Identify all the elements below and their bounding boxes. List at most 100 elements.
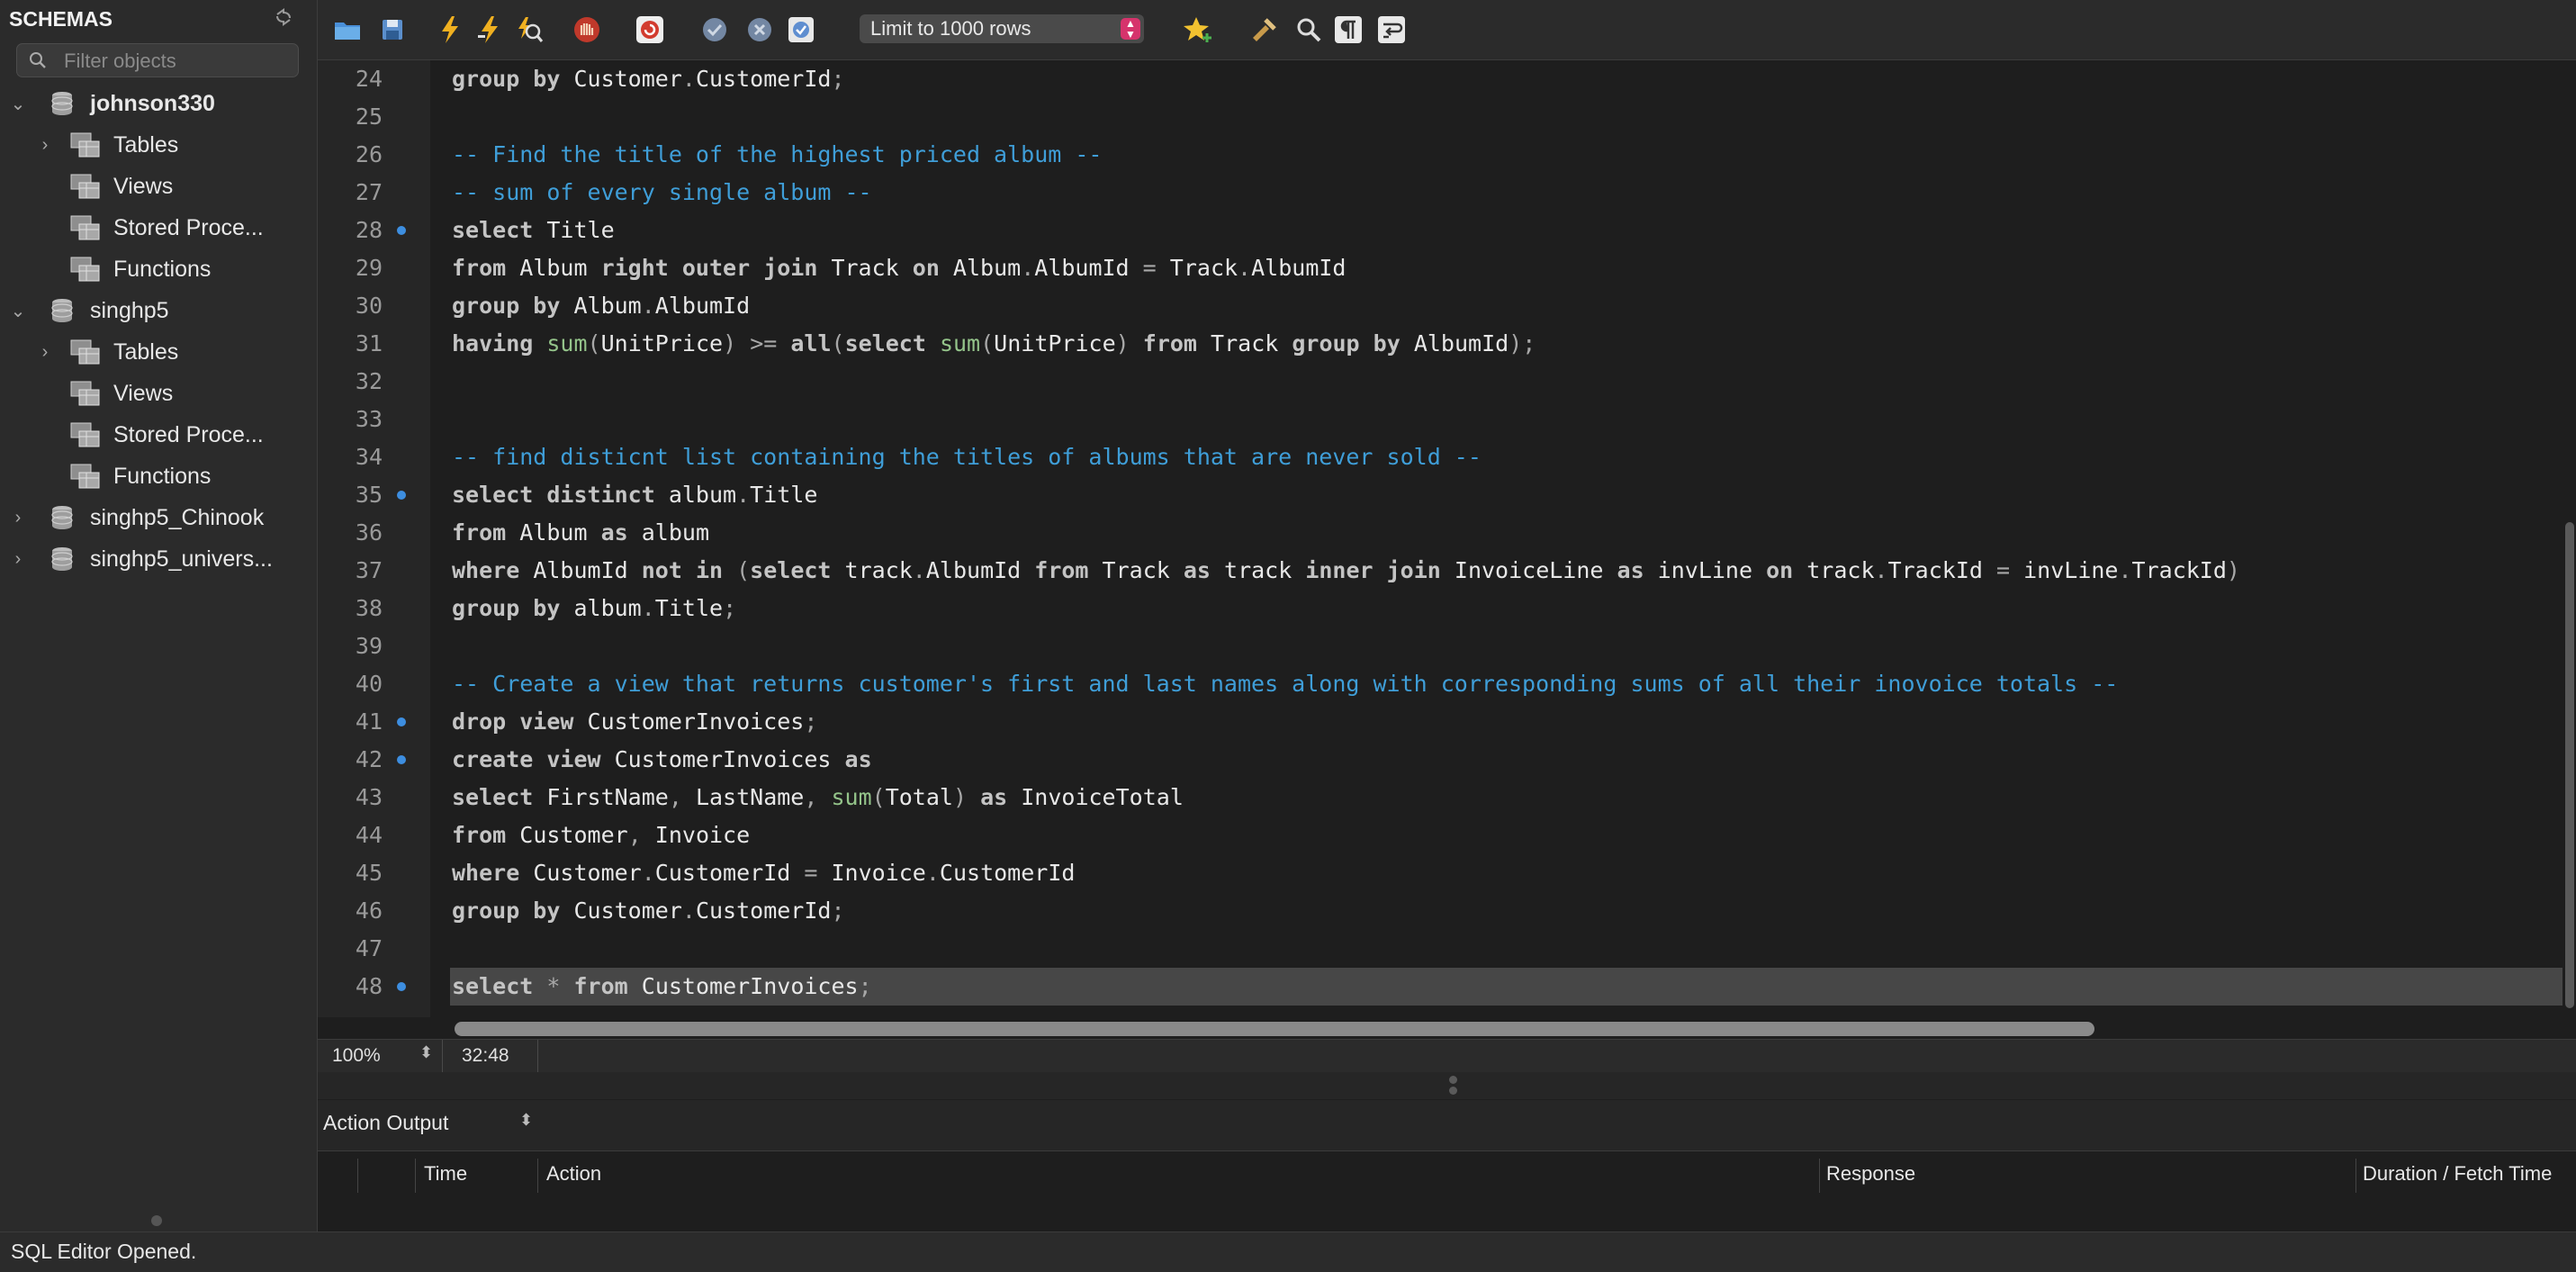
sql-editor[interactable]: 24 25 26 27 28 29 30 31 32 33 34 35 36 37 38 39 40 41 42 43… <box>318 60 2562 1036</box>
line-number: 40 <box>355 671 383 697</box>
chevron-right-icon[interactable]: › <box>8 549 28 570</box>
line-number: 42 <box>355 746 383 772</box>
invisible-chars-icon[interactable] <box>1333 14 1364 45</box>
statement-marker-icon[interactable] <box>397 717 406 726</box>
tree-node[interactable]: Views <box>35 166 173 207</box>
tree-node[interactable]: Stored Proce... <box>35 207 264 248</box>
tree-node[interactable]: Stored Proce... <box>35 414 264 456</box>
vertical-scrollbar[interactable] <box>2565 522 2574 1008</box>
chevron-right-icon[interactable]: › <box>35 135 55 156</box>
tree-node-label: Views <box>113 173 174 199</box>
statement-marker-icon[interactable] <box>397 755 406 764</box>
table-group-icon <box>70 419 101 450</box>
statement-marker-icon[interactable] <box>397 226 406 235</box>
open-folder-icon[interactable] <box>332 14 363 45</box>
panel-splitter[interactable] <box>318 1072 2576 1099</box>
code-line: select FirstName, LastName, sum(Total) a… <box>452 784 1184 810</box>
tree-node[interactable]: Functions <box>35 456 211 497</box>
refresh-icon[interactable] <box>274 7 295 29</box>
tree-node[interactable]: › singhp5_univers... <box>8 538 273 580</box>
autocommit-icon[interactable] <box>786 14 816 45</box>
code-line: select * from CustomerInvoices; <box>452 973 872 999</box>
code-line: group by Album.AlbumId <box>452 293 751 319</box>
tree-node[interactable]: › Tables <box>35 331 178 373</box>
line-number: 47 <box>355 935 383 961</box>
toggle-error-icon[interactable] <box>635 14 665 45</box>
line-number: 32 <box>355 368 383 394</box>
filter-objects-input[interactable] <box>62 48 295 75</box>
beautify-icon[interactable] <box>1248 14 1279 45</box>
action-output-table: Time Action Response Duration / Fetch Ti… <box>318 1150 2576 1203</box>
save-icon[interactable] <box>377 14 408 45</box>
schemas-sidebar: SCHEMAS ⌄ johnson330 › Tables Views Stored Pr… <box>0 0 318 1231</box>
tree-node[interactable]: ⌄ johnson330 <box>8 83 215 124</box>
output-type-select[interactable]: Action Output <box>323 1111 448 1135</box>
line-number: 36 <box>355 519 383 546</box>
tree-node-label: singhp5_Chinook <box>90 504 265 530</box>
explain-icon[interactable] <box>514 14 545 45</box>
column-header-action[interactable]: Action <box>546 1162 601 1186</box>
tree-node[interactable]: › Tables <box>35 124 178 166</box>
line-number: 48 <box>355 973 383 999</box>
tree-node-label: Tables <box>113 131 179 158</box>
table-group-icon <box>70 378 101 409</box>
schemas-header: SCHEMAS <box>9 7 113 31</box>
line-number: 31 <box>355 330 383 356</box>
tree-node-label: Functions <box>113 463 212 489</box>
tree-node[interactable]: ⌄ singhp5 <box>8 290 169 331</box>
tree-node-label: Stored Proce... <box>113 421 264 447</box>
limit-rows-select[interactable]: Limit to 1000 rows ▲ ▼ <box>860 14 1144 43</box>
code-line: having sum(UnitPrice) >= all(select sum(… <box>452 330 1536 356</box>
column-header-duration[interactable]: Duration / Fetch Time <box>2363 1162 2552 1186</box>
tree-node[interactable]: Functions <box>35 248 211 290</box>
editor-toolbar: Limit to 1000 rows ▲ ▼ <box>318 0 2576 60</box>
line-number: 26 <box>355 141 383 167</box>
wrap-icon[interactable] <box>1376 14 1407 45</box>
rollback-icon[interactable] <box>744 14 775 45</box>
chevron-right-icon[interactable]: › <box>35 342 55 363</box>
statement-marker-icon[interactable] <box>397 491 406 500</box>
zoom-level[interactable]: 100% <box>332 1045 381 1067</box>
table-group-icon <box>70 171 101 202</box>
line-number: 41 <box>355 708 383 735</box>
sidebar-resize-handle[interactable] <box>151 1215 162 1226</box>
line-number: 25 <box>355 104 383 130</box>
line-number: 44 <box>355 822 383 848</box>
column-header-time[interactable]: Time <box>424 1162 467 1186</box>
stop-icon[interactable] <box>572 14 602 45</box>
code-line: -- Find the title of the highest priced … <box>452 141 1103 167</box>
commit-icon[interactable] <box>699 14 730 45</box>
bookmark-icon[interactable] <box>1184 14 1214 45</box>
chevron-down-icon[interactable]: ⌄ <box>8 300 28 322</box>
tree-node[interactable]: Views <box>35 373 173 414</box>
grip-dot <box>1449 1076 1457 1084</box>
chevron-updown-icon[interactable]: ⬍ <box>519 1111 533 1130</box>
app-status-bar: SQL Editor Opened. <box>0 1231 2576 1272</box>
tree-node[interactable]: › singhp5_Chinook <box>8 497 265 538</box>
code-line: create view CustomerInvoices as <box>452 746 872 772</box>
code-line: -- find disticnt list containing the tit… <box>452 444 1482 470</box>
editor-status-bar: 100% ⬍ 32:48 <box>318 1039 2576 1073</box>
line-number: 30 <box>355 293 383 319</box>
line-number: 24 <box>355 66 383 92</box>
column-header-response[interactable]: Response <box>1826 1162 1915 1186</box>
output-header: Action Output ⬍ <box>318 1100 2576 1150</box>
status-message: SQL Editor Opened. <box>11 1240 197 1263</box>
statement-marker-icon[interactable] <box>397 982 406 991</box>
find-icon[interactable] <box>1293 14 1324 45</box>
database-icon <box>47 295 77 326</box>
line-number: 27 <box>355 179 383 205</box>
filter-objects-field[interactable] <box>16 43 299 77</box>
tree-node-label: Functions <box>113 256 212 282</box>
horizontal-scrollbar[interactable] <box>455 1022 2094 1036</box>
code-line: group by Customer.CustomerId; <box>452 66 845 92</box>
database-icon <box>47 544 77 574</box>
execute-current-icon[interactable] <box>474 14 505 45</box>
execute-icon[interactable] <box>435 14 465 45</box>
chevron-right-icon[interactable]: › <box>8 508 28 528</box>
code-line: drop view CustomerInvoices; <box>452 708 818 735</box>
table-group-icon <box>70 337 101 367</box>
chevron-down-icon[interactable]: ⌄ <box>8 93 28 115</box>
chevron-updown-icon[interactable]: ⬍ <box>419 1043 433 1062</box>
code-line: where AlbumId not in (select track.Album… <box>452 557 2240 583</box>
